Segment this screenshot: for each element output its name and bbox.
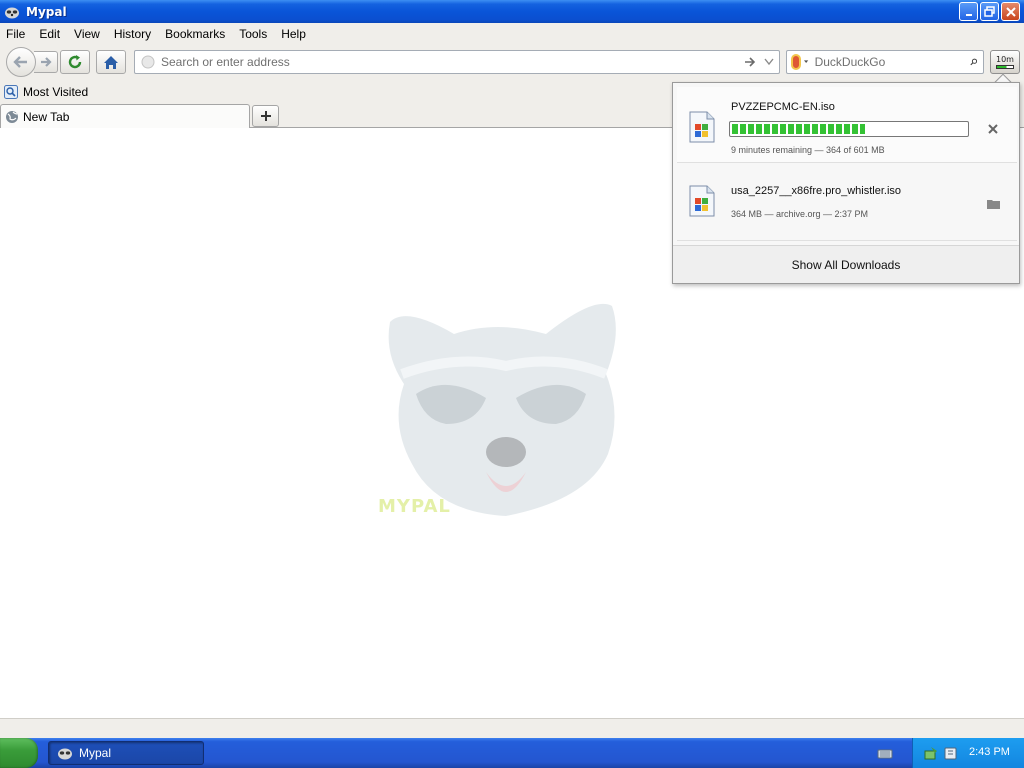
search-icon[interactable] bbox=[970, 55, 977, 69]
minimize-icon bbox=[965, 13, 972, 16]
downloads-button[interactable]: 10m bbox=[990, 50, 1020, 74]
volume-icon[interactable] bbox=[943, 745, 959, 761]
address-bar[interactable] bbox=[134, 50, 780, 74]
folder-icon bbox=[986, 200, 1000, 209]
restore-button[interactable] bbox=[980, 2, 999, 21]
go-arrow-icon bbox=[745, 57, 756, 67]
chevron-down-icon bbox=[764, 58, 774, 66]
reload-icon bbox=[68, 55, 82, 69]
menu-edit[interactable]: Edit bbox=[32, 27, 67, 41]
bookmark-folder-icon bbox=[4, 85, 18, 99]
history-dropdown-button[interactable] bbox=[759, 58, 779, 66]
download-status: 9 minutes remaining — 364 of 601 MB bbox=[731, 145, 885, 155]
address-input[interactable] bbox=[161, 55, 741, 69]
clock[interactable]: 2:43 PM bbox=[969, 746, 1010, 758]
title-bar[interactable]: Mypal bbox=[0, 0, 1024, 23]
plus-icon bbox=[260, 111, 271, 121]
taskbar-item-label: Mypal bbox=[79, 746, 112, 760]
raccoon-app-icon bbox=[5, 7, 19, 18]
cancel-download-button[interactable] bbox=[985, 121, 1001, 137]
downloads-time-remaining: 10m bbox=[996, 55, 1014, 64]
download-progress-fill bbox=[732, 124, 866, 134]
menu-file[interactable]: File bbox=[0, 27, 32, 41]
system-tray: 2:43 PM bbox=[912, 738, 1024, 768]
download-filename: PVZZEPCMC-EN.iso bbox=[731, 101, 835, 113]
search-input[interactable] bbox=[814, 55, 970, 69]
reload-button[interactable] bbox=[60, 50, 90, 74]
globe-icon bbox=[6, 111, 18, 123]
window-title: Mypal bbox=[26, 4, 67, 19]
download-progress-bar bbox=[729, 121, 969, 137]
bookmark-label: Most Visited bbox=[23, 85, 89, 99]
search-bar[interactable] bbox=[786, 50, 984, 74]
new-tab-button[interactable] bbox=[252, 105, 279, 127]
duckduckgo-icon[interactable] bbox=[791, 54, 802, 70]
back-button[interactable] bbox=[6, 47, 36, 77]
navigation-toolbar: 10m bbox=[0, 45, 1024, 81]
taskbar: Mypal 2:43 PM bbox=[0, 738, 1024, 768]
close-icon bbox=[1005, 6, 1016, 17]
menu-tools[interactable]: Tools bbox=[232, 27, 274, 41]
download-item[interactable]: usa_2257__x86fre.pro_whistler.iso 364 MB… bbox=[677, 167, 1017, 241]
cancel-icon bbox=[988, 124, 998, 134]
back-arrow-icon bbox=[13, 56, 27, 68]
windows-file-icon bbox=[689, 185, 715, 217]
minimize-button[interactable] bbox=[959, 2, 978, 21]
tab-new-tab[interactable]: New Tab bbox=[0, 104, 250, 129]
download-filename: usa_2257__x86fre.pro_whistler.iso bbox=[731, 185, 902, 197]
tab-label: New Tab bbox=[23, 110, 70, 124]
menu-help[interactable]: Help bbox=[274, 27, 313, 41]
menu-bar: File Edit View History Bookmarks Tools H… bbox=[0, 23, 1024, 45]
download-item[interactable]: PVZZEPCMC-EN.iso 9 minutes remaining — 3… bbox=[677, 87, 1017, 163]
start-button[interactable] bbox=[0, 738, 38, 768]
search-engine-dropdown-icon[interactable] bbox=[804, 59, 809, 65]
raccoon-logo bbox=[388, 303, 616, 516]
page-identity-icon bbox=[141, 55, 155, 69]
taskbar-item-mypal[interactable]: Mypal bbox=[48, 741, 204, 765]
home-button[interactable] bbox=[96, 50, 126, 74]
raccoon-app-icon bbox=[58, 748, 72, 760]
network-icon[interactable] bbox=[876, 745, 894, 761]
menu-bookmarks[interactable]: Bookmarks bbox=[158, 27, 232, 41]
safely-remove-hardware-icon[interactable] bbox=[923, 745, 939, 761]
download-status: 364 MB — archive.org — 2:37 PM bbox=[731, 209, 869, 219]
show-all-downloads-button[interactable]: Show All Downloads bbox=[673, 245, 1019, 283]
go-button[interactable] bbox=[741, 57, 759, 67]
forward-button[interactable] bbox=[34, 51, 58, 73]
windows-file-icon bbox=[689, 111, 715, 143]
status-bar bbox=[0, 718, 1024, 738]
downloads-panel: PVZZEPCMC-EN.iso 9 minutes remaining — 3… bbox=[672, 82, 1020, 284]
menu-history[interactable]: History bbox=[107, 27, 158, 41]
forward-arrow-icon bbox=[40, 57, 52, 67]
window-controls bbox=[959, 2, 1020, 21]
bookmark-most-visited[interactable]: Most Visited bbox=[4, 85, 88, 99]
mypal-watermark: MYPAL bbox=[378, 496, 451, 517]
downloads-mini-progress bbox=[996, 65, 1014, 69]
menu-view[interactable]: View bbox=[67, 27, 107, 41]
open-containing-folder-button[interactable] bbox=[985, 197, 1001, 211]
restore-icon bbox=[984, 6, 995, 17]
home-icon bbox=[104, 55, 118, 69]
close-button[interactable] bbox=[1001, 2, 1020, 21]
